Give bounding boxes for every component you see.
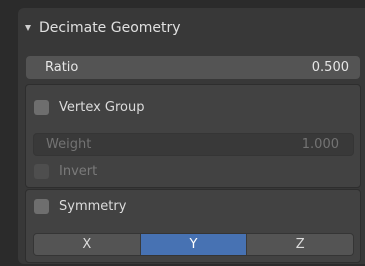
vertex-group-checkbox-box[interactable] (34, 100, 49, 115)
symmetry-axis-selector: X Y Z (33, 233, 354, 256)
panel-title: Decimate Geometry (39, 20, 181, 36)
symmetry-label: Symmetry (59, 199, 127, 214)
panel-header[interactable]: Decimate Geometry (18, 8, 365, 48)
axis-z-button[interactable]: Z (247, 234, 353, 255)
symmetry-box: Symmetry X Y Z (25, 189, 361, 263)
symmetry-checkbox[interactable]: Symmetry (34, 199, 126, 214)
collapse-triangle-icon[interactable] (25, 25, 31, 31)
weight-label: Weight (46, 137, 92, 152)
weight-field[interactable]: Weight 1.000 (33, 133, 354, 156)
ratio-value: 0.500 (311, 60, 349, 75)
weight-value: 1.000 (301, 137, 339, 152)
axis-x-button[interactable]: X (34, 234, 141, 255)
symmetry-checkbox-box[interactable] (34, 199, 49, 214)
invert-checkbox-box[interactable] (34, 164, 49, 179)
invert-label: Invert (59, 164, 98, 179)
vertex-group-box: Vertex Group Weight 1.000 Invert (25, 84, 361, 188)
ratio-label: Ratio (45, 60, 79, 75)
vertex-group-label: Vertex Group (59, 100, 145, 115)
vertex-group-checkbox[interactable]: Vertex Group (34, 100, 145, 115)
invert-checkbox[interactable]: Invert (34, 164, 97, 179)
decimate-geometry-panel: Decimate Geometry Ratio 0.500 Vertex Gro… (18, 8, 365, 264)
axis-y-button[interactable]: Y (140, 234, 248, 255)
ratio-field[interactable]: Ratio 0.500 (26, 56, 360, 79)
